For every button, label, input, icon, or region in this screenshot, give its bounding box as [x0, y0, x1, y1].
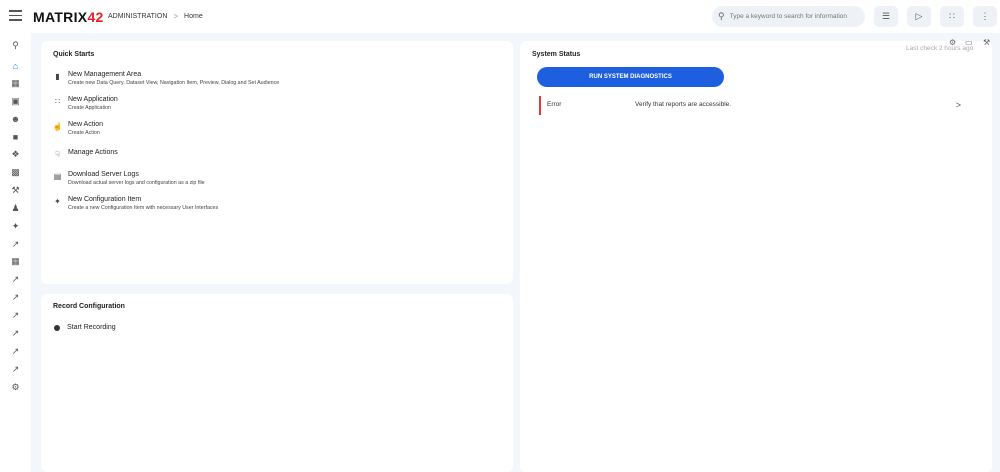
matrix42-logo[interactable]: MATRIX42 — [33, 9, 104, 25]
hierarchy-icon[interactable]: ❖ — [10, 149, 21, 160]
action-add-icon: ☝ — [52, 122, 63, 131]
app-grid-icon: ∷ — [54, 97, 61, 106]
quick-start-manage-actions[interactable]: ☟ Manage Actions — [53, 148, 118, 159]
quick-start-new-application[interactable]: ∷ New Application Create Application — [53, 95, 118, 112]
presentation-icon[interactable]: ▷ — [907, 6, 931, 27]
status-row-error[interactable]: Error Verify that reports are accessible… — [539, 96, 969, 115]
quick-start-new-configuration-item[interactable]: ✦ New Configuration Item Create a new Con… — [53, 195, 218, 212]
open-external-icon[interactable]: ↗ — [10, 346, 21, 357]
manage-actions-icon: ☟ — [55, 150, 60, 159]
last-check-text: Last check 2 hours ago — [906, 45, 974, 52]
open-external-icon[interactable]: ↗ — [10, 328, 21, 339]
contacts-icon[interactable]: ▩ — [10, 167, 21, 178]
people-icon[interactable]: ☻ — [10, 113, 21, 124]
puzzle-icon[interactable]: ✦ — [10, 221, 21, 232]
settings-icon[interactable]: ⚙ — [10, 382, 21, 393]
config-item-icon: ✦ — [54, 197, 61, 206]
lock-icon[interactable]: ▣ — [10, 96, 21, 107]
download-logs-icon: ▤ — [53, 172, 62, 181]
breadcrumb-home: Home — [184, 13, 203, 20]
wrench-icon[interactable]: ⚒ — [10, 185, 21, 196]
wrench-icon[interactable]: ⚒ — [983, 38, 990, 47]
status-label: Error — [547, 101, 562, 108]
top-header: MATRIX42 ADMINISTRATION > Home ⚲ ☰ ▷ ∷ ⋮ — [0, 0, 1000, 33]
system-status-title: System Status — [532, 51, 581, 58]
open-external-icon[interactable]: ↗ — [10, 364, 21, 375]
status-message: Verify that reports are accessible. — [635, 101, 732, 108]
search-icon: ⚲ — [718, 11, 725, 21]
open-external-icon[interactable]: ↗ — [10, 310, 21, 321]
more-icon[interactable]: ⋮ — [973, 6, 997, 27]
error-indicator — [539, 96, 541, 115]
start-recording-button[interactable]: Start Recording — [54, 324, 116, 331]
quick-start-new-management-area[interactable]: ▮ New Management Area Create new Data Que… — [53, 70, 279, 87]
management-area-icon: ▮ — [55, 72, 60, 81]
open-external-icon[interactable]: ↗ — [10, 292, 21, 303]
search-input[interactable] — [729, 13, 860, 20]
record-dot-icon — [54, 324, 60, 331]
open-external-icon[interactable]: ↗ — [10, 239, 21, 250]
record-configuration-title: Record Configuration — [53, 303, 125, 310]
grid-icon[interactable]: ▦ — [10, 256, 21, 267]
run-system-diagnostics-button[interactable]: RUN SYSTEM DIAGNOSTICS — [537, 67, 724, 87]
left-sidebar: ⚲ ⌂ ▦ ▣ ☻ ■ ❖ ▩ ⚒ ♟ ✦ ↗ ▦ ↗ ↗ ↗ ↗ ↗ ↗ ⚙ — [0, 33, 31, 472]
app-grid-icon[interactable]: ∷ — [940, 6, 964, 27]
task-list-icon[interactable]: ☰ — [874, 6, 898, 27]
quick-starts-title: Quick Starts — [53, 51, 95, 58]
dashboard-icon[interactable]: ▦ — [10, 78, 21, 89]
accessibility-icon[interactable]: ♟ — [10, 203, 21, 214]
global-search[interactable]: ⚲ — [712, 6, 865, 27]
record-configuration-card: Record Configuration — [41, 294, 513, 472]
home-icon[interactable]: ⌂ — [10, 60, 21, 71]
breadcrumb: ADMINISTRATION > Home — [108, 12, 203, 21]
breadcrumb-administration[interactable]: ADMINISTRATION — [108, 13, 167, 20]
breadcrumb-separator: > — [173, 12, 179, 21]
admin-icon[interactable]: ■ — [10, 131, 21, 142]
chevron-right-icon: > — [955, 100, 961, 110]
search-icon[interactable]: ⚲ — [10, 40, 21, 51]
hamburger-menu-icon[interactable] — [9, 10, 22, 22]
open-external-icon[interactable]: ↗ — [10, 274, 21, 285]
quick-start-download-server-logs[interactable]: ▤ Download Server Logs Download actual se… — [53, 170, 205, 187]
quick-start-new-action[interactable]: ☝ New Action Create Action — [52, 120, 104, 137]
